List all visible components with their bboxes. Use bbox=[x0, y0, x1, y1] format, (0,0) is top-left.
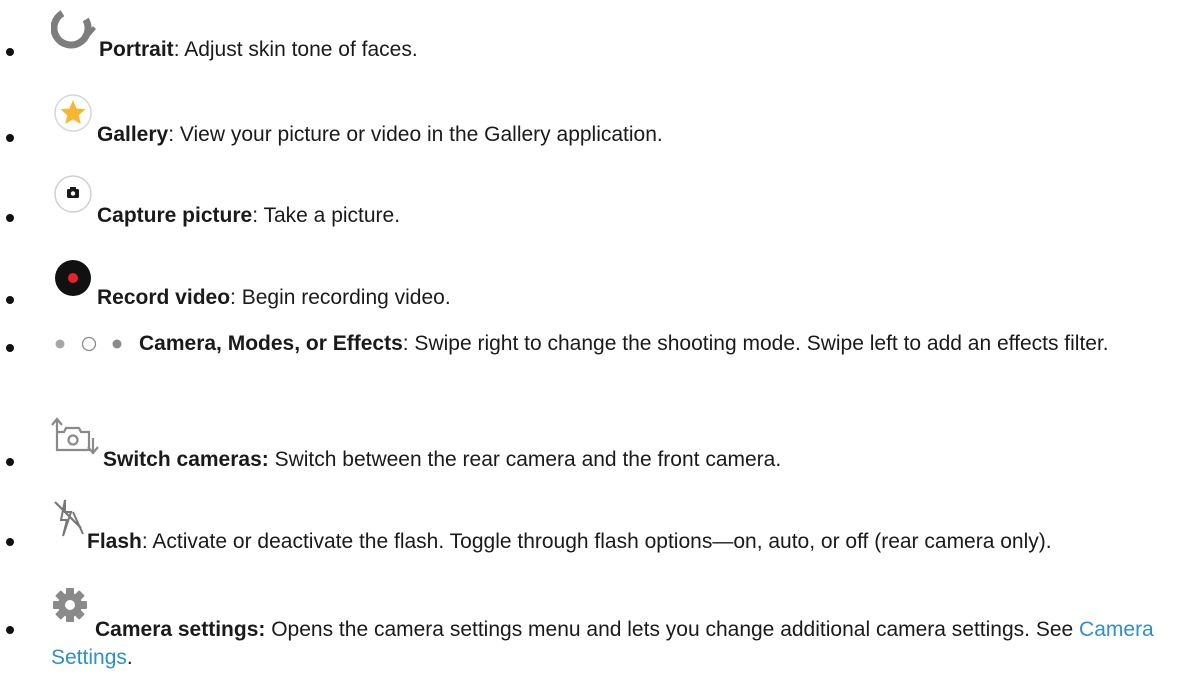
bullet-icon bbox=[6, 296, 14, 304]
mode-dots-icon bbox=[51, 334, 139, 352]
list-item-text: Record video: Begin recording video. bbox=[51, 260, 1165, 312]
bullet-icon bbox=[6, 48, 14, 56]
term-label: Camera, Modes, or Effects bbox=[139, 332, 403, 355]
term-label: Flash bbox=[87, 530, 142, 553]
list-item-text: Camera settings: Opens the camera settin… bbox=[51, 588, 1165, 672]
term-label: Record video bbox=[97, 286, 231, 309]
gear-icon bbox=[51, 588, 95, 636]
term-description: : Swipe right to change the shooting mod… bbox=[402, 332, 1109, 355]
bullet-icon bbox=[6, 344, 14, 352]
list-item-text: Capture picture: Take a picture. bbox=[51, 175, 1165, 230]
capture-picture-icon bbox=[51, 175, 97, 222]
term-description: : Take a picture. bbox=[252, 204, 401, 227]
term-description: Opens the camera settings menu and lets … bbox=[265, 618, 1080, 641]
term-label: Gallery bbox=[97, 123, 169, 146]
bullet-icon bbox=[6, 134, 14, 142]
term-description-tail: . bbox=[126, 646, 133, 669]
list-item-text: Flash: Activate or deactivate the flash.… bbox=[51, 499, 1165, 556]
gallery-icon bbox=[51, 94, 97, 141]
term-description: Switch between the rear camera and the f… bbox=[268, 448, 782, 471]
switch-camera-icon bbox=[51, 417, 103, 466]
list-item-text: Camera, Modes, or Effects: Swipe right t… bbox=[51, 330, 1165, 358]
bullet-icon bbox=[6, 626, 14, 634]
bullet-icon bbox=[6, 538, 14, 546]
record-video-icon bbox=[51, 260, 97, 304]
list-item-text: Switch cameras: Switch between the rear … bbox=[51, 417, 1165, 474]
term-label: Camera settings: bbox=[95, 618, 266, 641]
list-item-text: Portrait: Adjust skin tone of faces. bbox=[51, 7, 1165, 64]
term-label: Switch cameras: bbox=[103, 448, 269, 471]
document-page: Portrait: Adjust skin tone of faces. Gal… bbox=[0, 0, 1185, 686]
term-label: Capture picture bbox=[97, 204, 253, 227]
term-description: : Activate or deactivate the flash. Togg… bbox=[141, 530, 1052, 553]
bullet-icon bbox=[6, 458, 14, 466]
flash-off-icon bbox=[51, 499, 87, 548]
list-item-text: Gallery: View your picture or video in t… bbox=[51, 94, 1165, 149]
bullet-icon bbox=[6, 214, 14, 222]
term-description: : Adjust skin tone of faces. bbox=[173, 38, 418, 61]
term-description: : View your picture or video in the Gall… bbox=[168, 123, 663, 146]
term-label: Portrait bbox=[99, 38, 174, 61]
portrait-icon bbox=[51, 7, 99, 56]
term-description: : Begin recording video. bbox=[230, 286, 451, 309]
